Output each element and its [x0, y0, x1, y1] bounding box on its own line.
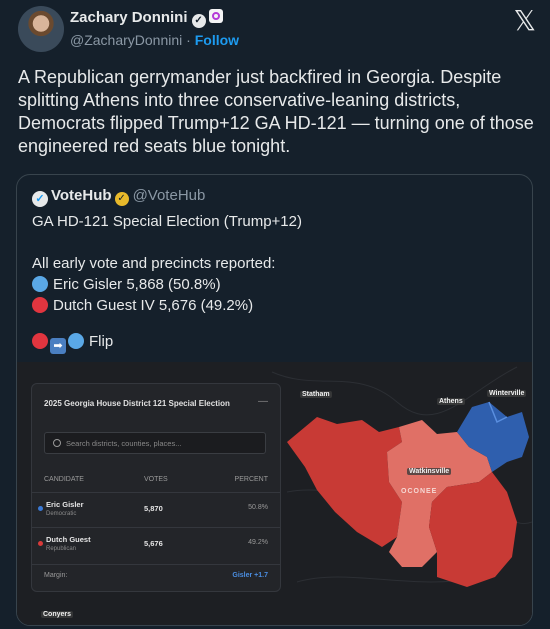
quote-candidate-2: Dutch Guest IV 5,676 (49.2%)	[32, 297, 253, 314]
candidate-party: Republican	[46, 546, 77, 552]
quoted-post[interactable]: ✓ VoteHub ✓ @VoteHub GA HD-121 Special Elec…	[16, 174, 533, 626]
candidate-percent: 49.2%	[248, 539, 268, 546]
margin-label: Margin:	[44, 572, 68, 579]
votehub-logo-icon: ✓	[32, 191, 48, 207]
panel-collapse-button[interactable]: —	[258, 396, 268, 407]
handle-separator: ·	[186, 32, 191, 48]
margin-value: Gisler +1.7	[232, 572, 268, 579]
candidate-1-text: Eric Gisler 5,868 (50.8%)	[53, 276, 221, 293]
candidate-name: Dutch Guest	[46, 535, 91, 544]
author-avatar[interactable]	[18, 6, 64, 52]
map-label-conyers: Conyers	[41, 611, 74, 618]
candidate-2-text: Dutch Guest IV 5,676 (49.2%)	[53, 297, 254, 314]
map-label-statham: Statham	[300, 391, 332, 398]
table-row[interactable]: Dutch Guest Republican 5,676 49.2%	[32, 535, 280, 559]
gold-verified-icon: ✓	[114, 192, 129, 206]
map-label-winterville: Winterville	[487, 390, 527, 397]
panel-search-input[interactable]: Search districts, counties, places...	[44, 432, 266, 454]
x-logo-icon[interactable]: 𝕏	[513, 4, 536, 37]
quote-line-title: GA HD-121 Special Election (Trump+12)	[32, 213, 302, 230]
tweet-text: A Republican gerrymander just backfired …	[18, 67, 534, 156]
author-handle-row: @ZacharyDonnini · Follow	[70, 32, 239, 48]
verified-icon: ✓	[191, 14, 206, 28]
republican-dot-icon	[38, 541, 43, 546]
author-name-row[interactable]: Zachary Donnini ✓	[70, 9, 223, 28]
results-panel: 2025 Georgia House District 121 Special …	[31, 383, 281, 592]
election-map-image[interactable]: Statham Athens Winterville Watkinsville …	[17, 362, 532, 625]
divider	[32, 492, 280, 493]
candidate-percent: 50.8%	[248, 504, 268, 511]
map-label-athens: Athens	[437, 398, 465, 405]
divider	[32, 564, 280, 565]
quote-author-name[interactable]: VoteHub	[51, 187, 112, 204]
quote-line-status: All early vote and precincts reported:	[32, 255, 276, 272]
flip-label: Flip	[89, 333, 114, 350]
quote-candidate-1: Eric Gisler 5,868 (50.8%)	[32, 276, 221, 293]
header-votes: VOTES	[144, 476, 168, 483]
quote-author-handle[interactable]: @VoteHub	[133, 187, 206, 204]
red-circle-icon	[32, 297, 48, 313]
author-handle[interactable]: @ZacharyDonnini	[70, 32, 182, 48]
right-arrow-icon: ➡	[50, 338, 66, 354]
candidate-votes: 5,676	[144, 539, 163, 548]
red-circle-icon	[32, 333, 48, 349]
header-percent: PERCENT	[234, 476, 268, 483]
quote-flip-line: ➡ Flip	[32, 333, 113, 354]
header-candidate: CANDIDATE	[44, 476, 84, 483]
divider	[32, 527, 280, 528]
map-label-oconee: OCONEE	[401, 488, 438, 495]
blue-circle-icon	[32, 276, 48, 292]
candidate-votes: 5,870	[144, 504, 163, 513]
follow-button[interactable]: Follow	[195, 32, 239, 48]
search-icon	[53, 439, 61, 447]
affiliation-badge-icon	[208, 9, 223, 23]
candidate-party: Democratic	[46, 511, 77, 517]
blue-circle-icon	[68, 333, 84, 349]
panel-title: 2025 Georgia House District 121 Special …	[44, 399, 230, 408]
candidate-name: Eric Gisler	[46, 500, 84, 509]
democrat-dot-icon	[38, 506, 43, 511]
table-row[interactable]: Eric Gisler Democratic 5,870 50.8%	[32, 500, 280, 524]
map-label-watkinsville: Watkinsville	[407, 468, 452, 475]
quote-header: ✓ VoteHub ✓ @VoteHub	[32, 187, 205, 207]
search-placeholder: Search districts, counties, places...	[66, 439, 182, 448]
author-name[interactable]: Zachary Donnini	[70, 9, 188, 26]
